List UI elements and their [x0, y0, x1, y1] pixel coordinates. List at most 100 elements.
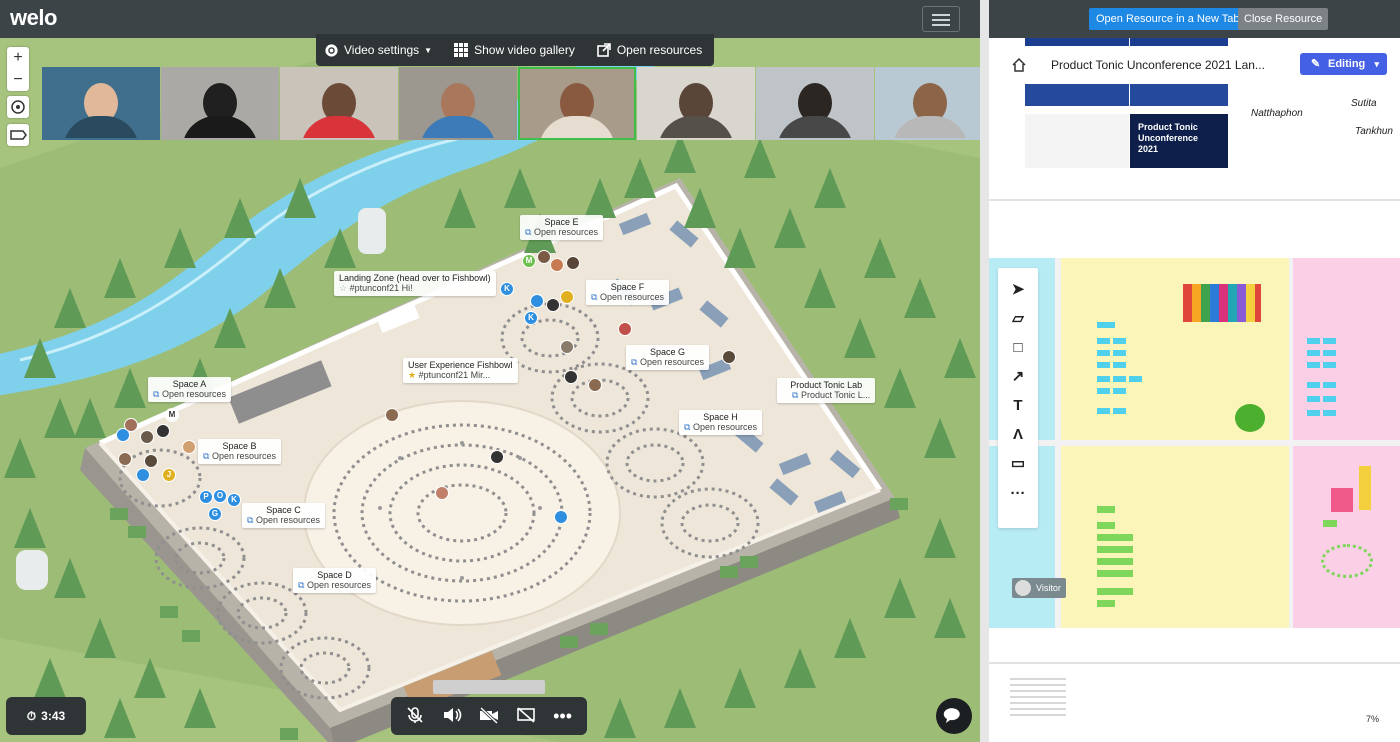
- resource-link[interactable]: #ptunconf21 Mir...: [408, 370, 513, 381]
- participant-avatar[interactable]: [537, 250, 551, 264]
- editing-mode-button[interactable]: ✎ Editing ▾: [1300, 53, 1387, 75]
- participant-avatar[interactable]: M: [522, 254, 536, 268]
- participant-avatar[interactable]: K: [227, 493, 241, 507]
- zoom-out-button[interactable]: −: [7, 69, 29, 91]
- participant-avatar[interactable]: P: [199, 490, 213, 504]
- participant-avatar[interactable]: O: [213, 489, 227, 503]
- open-resources-button[interactable]: Open resources: [597, 42, 702, 58]
- participant-avatar[interactable]: [550, 258, 564, 272]
- pencil-icon: ✎: [1311, 58, 1321, 70]
- participant-avatar[interactable]: [140, 430, 154, 444]
- participant-avatar[interactable]: [144, 454, 158, 468]
- target-icon: [11, 100, 25, 114]
- grid-icon: [454, 42, 469, 58]
- speaker-icon[interactable]: [442, 706, 462, 726]
- arrow-connector-icon[interactable]: ↗: [1010, 369, 1026, 385]
- space-g-label[interactable]: Space G Open resources: [626, 345, 709, 370]
- participant-avatar[interactable]: J: [162, 468, 176, 482]
- show-video-gallery-label: Show video gallery: [474, 43, 575, 57]
- space-b-label[interactable]: Space B Open resources: [198, 439, 281, 464]
- participant-avatar[interactable]: [564, 370, 578, 384]
- space-title: Space E: [544, 217, 579, 227]
- space-a-label[interactable]: Space A Open resources: [148, 377, 231, 402]
- participant-avatar[interactable]: [560, 340, 574, 354]
- sticky-note-icon[interactable]: ▱: [1010, 311, 1026, 327]
- landing-zone-label[interactable]: Landing Zone (head over to Fishbowl) #pt…: [334, 271, 496, 296]
- fishbowl-label[interactable]: User Experience Fishbowl #ptunconf21 Mir…: [403, 358, 518, 383]
- video-tile[interactable]: [280, 67, 398, 140]
- participant-avatar[interactable]: [546, 298, 560, 312]
- comment-icon[interactable]: ▭: [1010, 456, 1026, 472]
- zoom-in-button[interactable]: +: [7, 47, 29, 69]
- space-c-label[interactable]: Space C Open resources: [242, 503, 325, 528]
- miro-board-header: Product Tonic Unconference 2021 Natthaph…: [989, 38, 1400, 198]
- screen-share-off-icon[interactable]: [516, 706, 536, 726]
- open-resources-link[interactable]: Open resources: [203, 451, 276, 462]
- video-tile[interactable]: [756, 67, 874, 140]
- close-resource-button[interactable]: Close Resource: [1238, 8, 1329, 30]
- participant-avatar[interactable]: [156, 424, 170, 438]
- open-resources-link[interactable]: Open resources: [684, 422, 757, 433]
- space-e-label[interactable]: Space E Open resources: [520, 215, 603, 240]
- pane-resize-handle[interactable]: [980, 0, 989, 742]
- chat-button[interactable]: [936, 698, 972, 734]
- mic-muted-icon[interactable]: [405, 706, 425, 726]
- pen-tool-icon[interactable]: Λ: [1010, 427, 1026, 443]
- participant-avatar[interactable]: [124, 418, 138, 432]
- more-tools-icon[interactable]: ···: [1010, 486, 1026, 502]
- video-tile[interactable]: [875, 67, 980, 140]
- labels-toggle-button[interactable]: [7, 124, 29, 146]
- open-resource-new-tab-button[interactable]: Open Resource in a New Tab: [1089, 8, 1247, 30]
- participant-avatar[interactable]: [566, 256, 580, 270]
- more-options-icon[interactable]: •••: [553, 706, 573, 726]
- participant-avatar[interactable]: [722, 350, 736, 364]
- product-tonic-lab-label[interactable]: Product Tonic Lab Product Tonic L...: [777, 378, 876, 403]
- open-resources-link[interactable]: Open resources: [591, 292, 664, 303]
- recenter-button[interactable]: [7, 96, 29, 118]
- hamburger-menu-button[interactable]: [922, 6, 960, 32]
- open-resources-link[interactable]: Open resources: [153, 389, 226, 400]
- resource-link[interactable]: #ptunconf21 Hi!: [339, 283, 491, 294]
- miro-board-canvas[interactable]: ➤ ▱ □ ↗ T Λ ▭ ··· Visitor: [989, 258, 1400, 628]
- participant-avatar[interactable]: [118, 452, 132, 466]
- participant-avatar[interactable]: [136, 468, 150, 482]
- participant-avatar[interactable]: [554, 510, 568, 524]
- rectangle-shape-icon[interactable]: □: [1010, 340, 1026, 356]
- video-tile-active-speaker[interactable]: [518, 67, 636, 140]
- text-tool-icon[interactable]: T: [1010, 398, 1026, 414]
- video-tile[interactable]: [399, 67, 517, 140]
- thumbnail-title: Product Tonic Unconference 2021: [1138, 122, 1199, 154]
- participant-avatar[interactable]: G: [208, 507, 222, 521]
- participant-avatar[interactable]: [618, 322, 632, 336]
- video-tile[interactable]: [42, 67, 160, 140]
- participant-avatar[interactable]: [588, 378, 602, 392]
- participant-avatar[interactable]: K: [524, 311, 538, 325]
- board-frame[interactable]: [1293, 446, 1400, 628]
- participant-avatar[interactable]: K: [500, 282, 514, 296]
- cursor-select-icon[interactable]: ➤: [1010, 282, 1026, 298]
- participant-avatar[interactable]: M: [165, 408, 179, 422]
- participant-avatar[interactable]: [385, 408, 399, 422]
- space-d-label[interactable]: Space D Open resources: [293, 568, 376, 593]
- video-tile[interactable]: [637, 67, 755, 140]
- space-h-label[interactable]: Space H Open resources: [679, 410, 762, 435]
- board-title-bar: Product Tonic Unconference 2021 Lan... ✎…: [989, 52, 1400, 78]
- open-resources-link[interactable]: Open resources: [298, 580, 371, 591]
- home-icon[interactable]: [1012, 57, 1026, 72]
- participant-avatar[interactable]: [182, 440, 196, 454]
- board-tools-palette: ➤ ▱ □ ↗ T Λ ▭ ···: [998, 268, 1038, 528]
- space-f-label[interactable]: Space F Open resources: [586, 280, 669, 305]
- open-resources-link[interactable]: Open resources: [525, 227, 598, 238]
- open-resources-link[interactable]: Open resources: [247, 515, 320, 526]
- participant-avatar[interactable]: [490, 450, 504, 464]
- resource-link[interactable]: Product Tonic L...: [782, 390, 870, 401]
- participant-avatar[interactable]: [435, 486, 449, 500]
- show-video-gallery-button[interactable]: Show video gallery: [454, 42, 575, 58]
- video-settings-button[interactable]: Video settings ▼: [324, 43, 432, 58]
- participant-avatar[interactable]: [530, 294, 544, 308]
- video-tile[interactable]: [161, 67, 279, 140]
- participant-avatar[interactable]: [560, 290, 574, 304]
- open-resources-link[interactable]: Open resources: [631, 357, 704, 368]
- board-frame[interactable]: [1061, 446, 1289, 628]
- camera-off-icon[interactable]: [479, 706, 499, 726]
